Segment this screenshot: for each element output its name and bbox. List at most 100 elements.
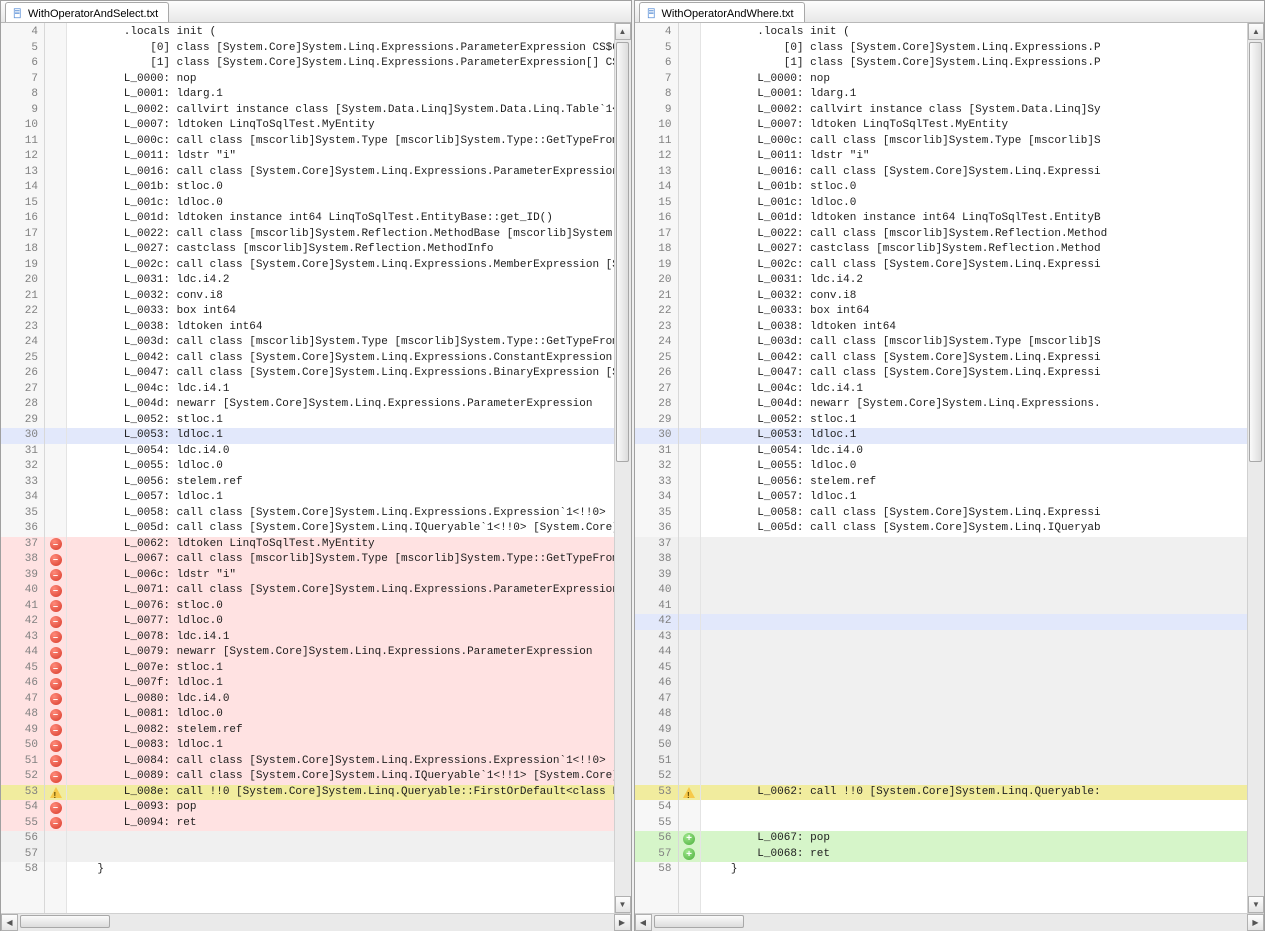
code-line[interactable]: L_008e: call !!0 [System.Core]System.Lin… <box>67 785 614 801</box>
right-vertical-scrollbar[interactable]: ▲ ▼ <box>1247 23 1264 913</box>
code-line[interactable]: L_0067: pop <box>701 831 1248 847</box>
code-line[interactable]: L_0094: ret <box>67 816 614 832</box>
code-line[interactable]: L_0011: ldstr "i" <box>701 149 1248 165</box>
code-line[interactable]: L_0076: stloc.0 <box>67 599 614 615</box>
code-line[interactable] <box>701 630 1248 646</box>
code-line[interactable]: L_0067: call class [mscorlib]System.Type… <box>67 552 614 568</box>
scroll-left-button[interactable]: ◀ <box>635 914 652 931</box>
code-line[interactable]: L_0002: callvirt instance class [System.… <box>67 103 614 119</box>
scroll-right-button[interactable]: ▶ <box>1247 914 1264 931</box>
code-line[interactable] <box>701 552 1248 568</box>
code-line[interactable]: L_0056: stelem.ref <box>701 475 1248 491</box>
code-line[interactable]: L_0007: ldtoken LinqToSqlTest.MyEntity <box>701 118 1248 134</box>
code-line[interactable]: L_004c: ldc.i4.1 <box>701 382 1248 398</box>
code-line[interactable] <box>67 847 614 863</box>
code-line[interactable]: L_0022: call class [mscorlib]System.Refl… <box>701 227 1248 243</box>
scroll-left-button[interactable]: ◀ <box>1 914 18 931</box>
right-code[interactable]: .locals init ( [0] class [System.Core]Sy… <box>701 23 1248 913</box>
code-line[interactable]: L_004d: newarr [System.Core]System.Linq.… <box>67 397 614 413</box>
right-horizontal-scrollbar[interactable]: ◀ ▶ <box>635 913 1265 930</box>
scroll-up-button[interactable]: ▲ <box>1248 23 1264 40</box>
code-line[interactable]: L_005d: call class [System.Core]System.L… <box>701 521 1248 537</box>
code-line[interactable]: L_0054: ldc.i4.0 <box>701 444 1248 460</box>
code-line[interactable]: L_001d: ldtoken instance int64 LinqToSql… <box>701 211 1248 227</box>
code-line[interactable]: L_007f: ldloc.1 <box>67 676 614 692</box>
code-line[interactable]: L_0077: ldloc.0 <box>67 614 614 630</box>
code-line[interactable]: L_007e: stloc.1 <box>67 661 614 677</box>
code-line[interactable]: L_0062: call !!0 [System.Core]System.Lin… <box>701 785 1248 801</box>
code-line[interactable] <box>701 676 1248 692</box>
left-tab[interactable]: WithOperatorAndSelect.txt <box>5 2 169 22</box>
code-line[interactable]: L_0084: call class [System.Core]System.L… <box>67 754 614 770</box>
code-line[interactable]: L_0083: ldloc.1 <box>67 738 614 754</box>
code-line[interactable]: L_0055: ldloc.0 <box>701 459 1248 475</box>
code-line[interactable]: L_000c: call class [mscorlib]System.Type… <box>67 134 614 150</box>
code-line[interactable]: L_0052: stloc.1 <box>701 413 1248 429</box>
code-line[interactable]: L_0052: stloc.1 <box>67 413 614 429</box>
code-line[interactable]: L_000c: call class [mscorlib]System.Type… <box>701 134 1248 150</box>
code-line[interactable]: L_0062: ldtoken LinqToSqlTest.MyEntity <box>67 537 614 553</box>
code-line[interactable]: L_003d: call class [mscorlib]System.Type… <box>701 335 1248 351</box>
code-line[interactable]: L_0047: call class [System.Core]System.L… <box>701 366 1248 382</box>
code-line[interactable]: L_001b: stloc.0 <box>67 180 614 196</box>
code-line[interactable]: L_0000: nop <box>67 72 614 88</box>
code-line[interactable]: L_006c: ldstr "i" <box>67 568 614 584</box>
code-line[interactable]: L_0032: conv.i8 <box>67 289 614 305</box>
code-line[interactable]: L_0033: box int64 <box>701 304 1248 320</box>
code-line[interactable]: L_0082: stelem.ref <box>67 723 614 739</box>
code-line[interactable]: L_0068: ret <box>701 847 1248 863</box>
code-line[interactable]: L_0056: stelem.ref <box>67 475 614 491</box>
code-line[interactable]: L_0033: box int64 <box>67 304 614 320</box>
code-line[interactable]: L_0053: ldloc.1 <box>701 428 1248 444</box>
code-line[interactable]: .locals init ( <box>701 25 1248 41</box>
code-line[interactable]: L_002c: call class [System.Core]System.L… <box>701 258 1248 274</box>
code-line[interactable] <box>701 661 1248 677</box>
scroll-track[interactable] <box>615 40 631 896</box>
code-line[interactable]: L_0031: ldc.i4.2 <box>701 273 1248 289</box>
code-line[interactable]: L_0031: ldc.i4.2 <box>67 273 614 289</box>
code-line[interactable]: L_0047: call class [System.Core]System.L… <box>67 366 614 382</box>
code-line[interactable]: L_0001: ldarg.1 <box>67 87 614 103</box>
code-line[interactable] <box>701 738 1248 754</box>
code-line[interactable]: L_005d: call class [System.Core]System.L… <box>67 521 614 537</box>
code-line[interactable]: L_0058: call class [System.Core]System.L… <box>67 506 614 522</box>
code-line[interactable]: L_0078: ldc.i4.1 <box>67 630 614 646</box>
code-line[interactable] <box>701 707 1248 723</box>
code-line[interactable] <box>701 599 1248 615</box>
code-line[interactable]: [1] class [System.Core]System.Linq.Expre… <box>701 56 1248 72</box>
code-line[interactable]: L_0058: call class [System.Core]System.L… <box>701 506 1248 522</box>
scroll-track[interactable] <box>1248 40 1264 896</box>
code-line[interactable]: L_004d: newarr [System.Core]System.Linq.… <box>701 397 1248 413</box>
code-line[interactable]: L_001b: stloc.0 <box>701 180 1248 196</box>
code-line[interactable]: L_0042: call class [System.Core]System.L… <box>701 351 1248 367</box>
code-line[interactable]: } <box>67 862 614 878</box>
code-line[interactable]: L_0000: nop <box>701 72 1248 88</box>
code-line[interactable]: L_0022: call class [mscorlib]System.Refl… <box>67 227 614 243</box>
code-line[interactable]: L_0007: ldtoken LinqToSqlTest.MyEntity <box>67 118 614 134</box>
code-line[interactable]: L_0079: newarr [System.Core]System.Linq.… <box>67 645 614 661</box>
code-line[interactable]: L_001c: ldloc.0 <box>67 196 614 212</box>
scroll-down-button[interactable]: ▼ <box>1248 896 1264 913</box>
code-line[interactable]: L_0080: ldc.i4.0 <box>67 692 614 708</box>
scroll-up-button[interactable]: ▲ <box>615 23 631 40</box>
code-line[interactable] <box>701 754 1248 770</box>
code-line[interactable]: L_001c: ldloc.0 <box>701 196 1248 212</box>
scroll-track[interactable] <box>652 914 1248 931</box>
code-line[interactable]: L_0057: ldloc.1 <box>701 490 1248 506</box>
scroll-down-button[interactable]: ▼ <box>615 896 631 913</box>
code-line[interactable]: L_0053: ldloc.1 <box>67 428 614 444</box>
code-line[interactable]: L_0055: ldloc.0 <box>67 459 614 475</box>
left-code[interactable]: .locals init ( [0] class [System.Core]Sy… <box>67 23 614 913</box>
code-line[interactable]: L_0038: ldtoken int64 <box>701 320 1248 336</box>
scroll-thumb[interactable] <box>1249 42 1262 462</box>
code-line[interactable]: L_001d: ldtoken instance int64 LinqToSql… <box>67 211 614 227</box>
code-line[interactable]: L_0027: castclass [mscorlib]System.Refle… <box>701 242 1248 258</box>
scroll-right-button[interactable]: ▶ <box>614 914 631 931</box>
code-line[interactable]: L_0081: ldloc.0 <box>67 707 614 723</box>
code-line[interactable]: L_0071: call class [System.Core]System.L… <box>67 583 614 599</box>
code-line[interactable]: L_0057: ldloc.1 <box>67 490 614 506</box>
left-vertical-scrollbar[interactable]: ▲ ▼ <box>614 23 631 913</box>
code-line[interactable]: L_0089: call class [System.Core]System.L… <box>67 769 614 785</box>
code-line[interactable]: } <box>701 862 1248 878</box>
code-line[interactable] <box>701 645 1248 661</box>
